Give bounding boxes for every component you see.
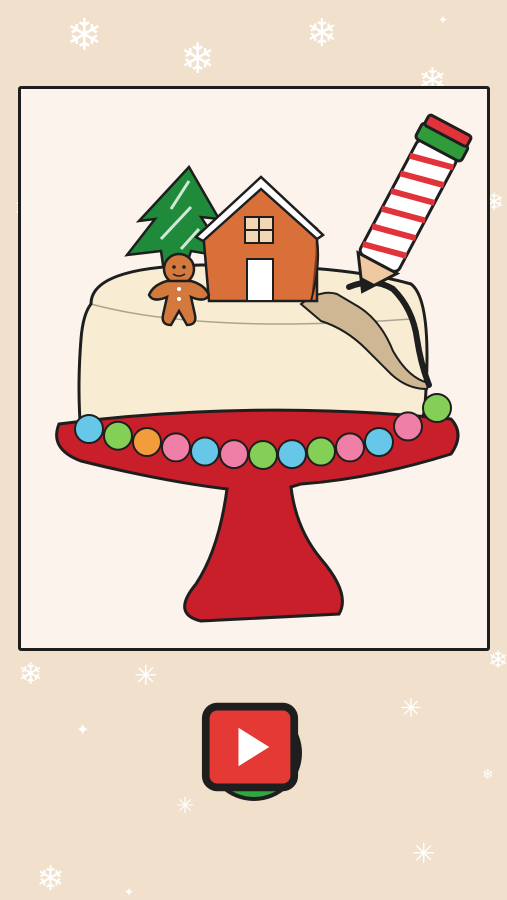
snowflake-icon: ❄ xyxy=(18,657,44,692)
snowflake-icon: ❄ xyxy=(488,646,507,674)
hint-button[interactable] xyxy=(201,702,304,803)
gumball xyxy=(132,427,162,457)
snowflake-icon: ❄ xyxy=(66,10,103,61)
snowflake-icon: ❄ xyxy=(36,859,65,899)
video-ad-icon xyxy=(201,702,299,792)
gumball xyxy=(306,436,336,467)
snowflake-icon: ✦ xyxy=(438,13,449,27)
gumball xyxy=(335,432,365,463)
gumball xyxy=(277,439,307,470)
gumball xyxy=(74,414,104,444)
gumball xyxy=(364,427,394,457)
gumball xyxy=(103,420,133,451)
cake-drawing xyxy=(55,113,473,623)
drawing-canvas[interactable] xyxy=(18,86,490,651)
snowflake-icon: ✦ xyxy=(76,720,90,739)
gumball xyxy=(422,393,452,423)
snowflake-icon: ❄ xyxy=(482,767,494,783)
candy-pencil xyxy=(356,113,473,294)
snowflake-icon: ✳ xyxy=(412,837,436,870)
gumball xyxy=(248,440,278,470)
gumball xyxy=(393,411,423,442)
gumball xyxy=(161,432,191,463)
snowflake-icon: ❄ xyxy=(180,34,216,83)
snowflake-icon: ✳ xyxy=(134,659,158,692)
gumball xyxy=(190,436,220,467)
snowflake-icon: ❄ xyxy=(306,11,338,55)
gingerbread-house xyxy=(193,175,326,303)
snowflake-icon: ✦ xyxy=(124,885,135,899)
snowflake-icon: ✳ xyxy=(176,794,195,819)
gumball xyxy=(219,439,249,470)
snowflake-icon: ✳ xyxy=(400,694,422,724)
